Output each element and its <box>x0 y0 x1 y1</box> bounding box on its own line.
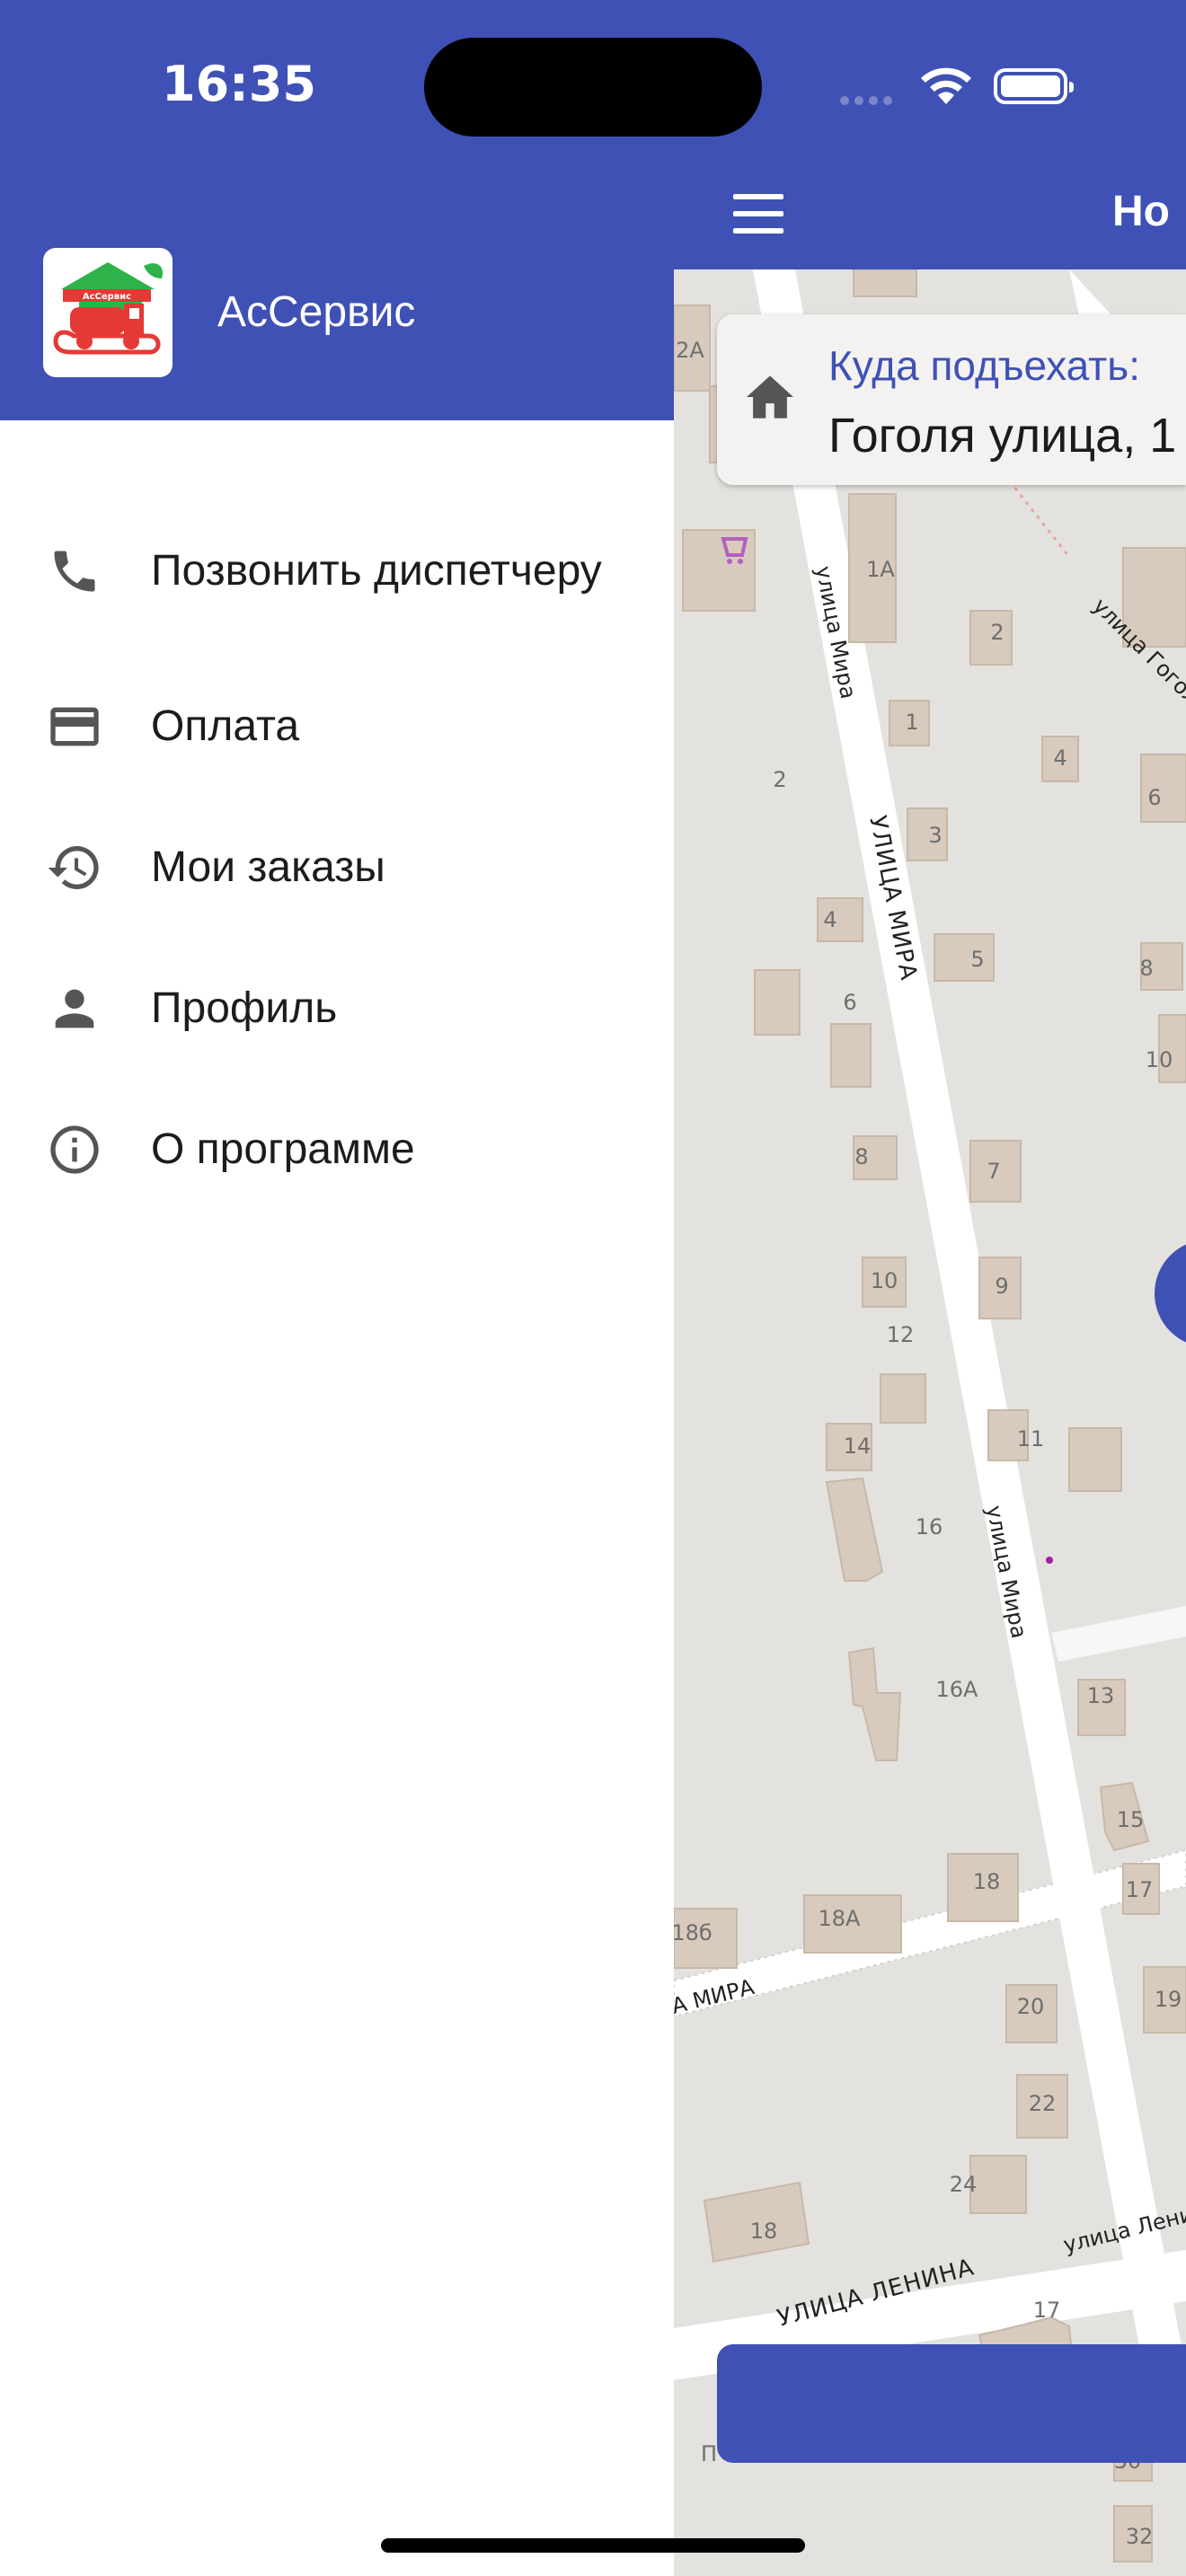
dynamic-island <box>424 38 762 137</box>
address-card[interactable]: Куда подъехать: Гоголя улица, 1 <box>717 314 1186 485</box>
drawer-item-profile[interactable]: Профиль <box>0 938 674 1079</box>
order-button[interactable] <box>717 2344 1186 2463</box>
svg-text:3: 3 <box>928 823 942 848</box>
svg-text:6: 6 <box>843 990 856 1015</box>
drawer-item-label: О программе <box>151 1125 415 1173</box>
svg-text:П: П <box>701 2441 717 2466</box>
svg-text:20: 20 <box>1017 1994 1045 2019</box>
svg-text:24: 24 <box>950 2172 978 2197</box>
app-bar: Ho <box>674 158 1186 269</box>
drawer-item-label: Профиль <box>151 984 338 1032</box>
svg-text:17: 17 <box>1126 1877 1154 1902</box>
address-label: Куда подъехать: <box>828 342 1140 389</box>
drawer-item-label: Позвонить диспетчеру <box>151 547 602 595</box>
history-icon <box>43 836 106 899</box>
svg-text:18А: 18А <box>819 1906 862 1931</box>
home-indicator[interactable] <box>381 2538 805 2553</box>
svg-text:5: 5 <box>970 947 984 972</box>
status-time: 16:35 <box>162 56 316 112</box>
svg-text:4: 4 <box>1053 745 1067 771</box>
svg-text:22: 22 <box>1029 2091 1057 2116</box>
menu-icon[interactable] <box>733 194 783 234</box>
svg-text:19: 19 <box>1155 1987 1182 2012</box>
svg-text:8: 8 <box>854 1144 868 1169</box>
svg-text:1: 1 <box>905 710 918 735</box>
info-icon <box>43 1118 106 1181</box>
drawer-brand-name: АсСервис <box>217 288 416 336</box>
navigation-drawer: АсСервис АсСервис Позвонить диспетчеру О… <box>0 158 674 2576</box>
svg-text:9: 9 <box>995 1274 1008 1299</box>
wifi-icon <box>921 67 971 104</box>
drawer-item-about[interactable]: О программе <box>0 1079 674 1220</box>
app-logo: АсСервис <box>43 248 173 377</box>
person-icon <box>43 977 106 1040</box>
svg-text:2A: 2A <box>676 338 704 363</box>
drawer-item-payment[interactable]: Оплата <box>0 656 674 797</box>
svg-text:4: 4 <box>823 907 836 932</box>
svg-text:18: 18 <box>973 1869 1001 1894</box>
address-value: Гоголя улица, 1 <box>828 409 1177 463</box>
drawer-item-my-orders[interactable]: Мои заказы <box>0 797 674 938</box>
svg-text:18б: 18б <box>674 1920 712 1945</box>
svg-text:10: 10 <box>1146 1047 1173 1072</box>
svg-text:18: 18 <box>750 2219 778 2244</box>
battery-icon <box>994 68 1074 104</box>
svg-text:1A: 1A <box>866 557 895 582</box>
svg-text:17: 17 <box>1033 2298 1061 2323</box>
drawer-item-label: Оплата <box>151 701 300 750</box>
drawer-header: АсСервис АсСервис <box>0 158 674 420</box>
credit-card-icon <box>43 695 106 758</box>
svg-text:32: 32 <box>1126 2524 1154 2549</box>
home-icon <box>747 375 793 419</box>
map-view[interactable]: 2A 1A 1 2 2 3 4 4 5 6 6 7 8 8 9 10 10 11… <box>674 269 1186 2576</box>
svg-text:12: 12 <box>887 1322 915 1347</box>
svg-text:16А: 16А <box>936 1677 979 1702</box>
page-title: Ho <box>1112 188 1170 235</box>
phone-icon <box>43 540 106 603</box>
svg-text:2: 2 <box>773 767 786 792</box>
drawer-item-call-dispatcher[interactable]: Позвонить диспетчеру <box>0 487 674 656</box>
drawer-item-label: Мои заказы <box>151 842 385 891</box>
svg-text:15: 15 <box>1117 1807 1145 1832</box>
location-marker[interactable] <box>1155 1239 1186 1347</box>
svg-text:АсСервис: АсСервис <box>83 292 131 302</box>
signal-icon <box>840 93 898 110</box>
status-bar: 16:35 <box>0 0 1186 158</box>
drawer-menu: Позвонить диспетчеру Оплата Мои заказы П… <box>0 487 674 1220</box>
svg-text:7: 7 <box>987 1159 1000 1184</box>
svg-text:11: 11 <box>1017 1426 1045 1451</box>
svg-text:6: 6 <box>1147 785 1161 810</box>
svg-text:2: 2 <box>990 620 1004 645</box>
svg-text:16: 16 <box>916 1514 943 1539</box>
road-segment <box>1051 1606 1186 1662</box>
svg-text:8: 8 <box>1139 956 1153 981</box>
svg-text:10: 10 <box>871 1268 898 1293</box>
svg-text:14: 14 <box>844 1434 872 1459</box>
svg-text:13: 13 <box>1087 1683 1115 1708</box>
